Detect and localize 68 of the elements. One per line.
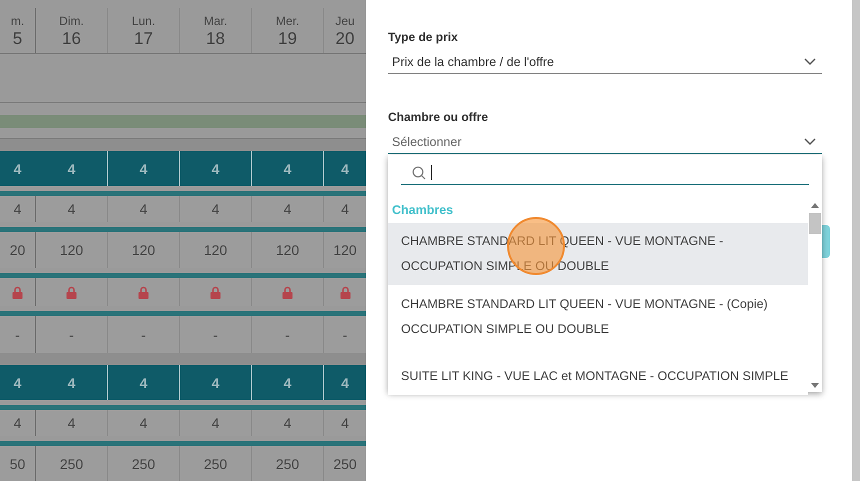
lock-icon bbox=[138, 286, 149, 298]
lock-icon bbox=[12, 286, 23, 298]
table-cell[interactable]: 4 bbox=[252, 365, 324, 400]
day-name: Mer. bbox=[276, 12, 300, 28]
table-cell: 250 bbox=[252, 446, 324, 481]
table-cell-text: - bbox=[342, 326, 348, 344]
table-cell: 4 bbox=[36, 196, 108, 222]
table-cell: 50 bbox=[0, 446, 36, 481]
day-date: 16 bbox=[62, 28, 81, 48]
text-cursor bbox=[431, 165, 432, 180]
day-name: m. bbox=[10, 12, 24, 28]
select-field[interactable]: Prix de la chambre / de l'offre bbox=[388, 50, 822, 74]
day-date: 5 bbox=[12, 28, 22, 48]
scroll-up-icon[interactable] bbox=[811, 203, 819, 208]
table-cell: 4 bbox=[36, 410, 108, 436]
table-cell: 120 bbox=[180, 232, 252, 268]
table-cell[interactable]: 4 bbox=[252, 151, 324, 186]
table-cell[interactable]: 4 bbox=[0, 151, 36, 186]
search-icon bbox=[412, 166, 426, 180]
table-cell: 4 bbox=[0, 410, 36, 436]
lock-icon bbox=[340, 286, 350, 298]
table-cell[interactable]: 4 bbox=[324, 151, 366, 186]
table-cell: 250 bbox=[36, 446, 108, 481]
table-cell: 120 bbox=[36, 232, 108, 268]
lock-icon bbox=[66, 286, 77, 298]
table-cell: 120 bbox=[108, 232, 180, 268]
table-cell: 4 bbox=[0, 196, 36, 222]
table-cell[interactable]: 4 bbox=[108, 365, 180, 400]
table-cell-text: 4 bbox=[340, 414, 350, 433]
table-cell: 20 bbox=[0, 232, 36, 268]
table-cell[interactable]: 4 bbox=[180, 365, 252, 400]
scrollbar-thumb[interactable] bbox=[809, 213, 821, 234]
table-cell-text: 4 bbox=[340, 200, 350, 219]
day-name: Jeu bbox=[335, 12, 355, 28]
day-name: Dim. bbox=[59, 12, 84, 28]
table-cell: 250 bbox=[180, 446, 252, 481]
table-cell[interactable]: 4 bbox=[36, 151, 108, 186]
day-name: Mar. bbox=[204, 12, 228, 28]
day-date: 18 bbox=[206, 28, 225, 48]
table-cell[interactable]: 4 bbox=[324, 365, 366, 400]
table-cell: 4 bbox=[252, 410, 324, 436]
table-cell[interactable]: 4 bbox=[108, 151, 180, 186]
lock-icon bbox=[282, 286, 293, 298]
group-heading: Chambres bbox=[391, 202, 454, 219]
field-label: Type de prix bbox=[388, 30, 459, 44]
day-date: 20 bbox=[336, 28, 354, 48]
table-cell: 250 bbox=[108, 446, 180, 481]
table-cell[interactable]: 4 bbox=[180, 151, 252, 186]
table-cell-text: 250 bbox=[332, 455, 358, 474]
field-label: Chambre ou offre bbox=[388, 110, 490, 124]
table-cell: 4 bbox=[180, 196, 252, 222]
day-date: 19 bbox=[278, 28, 297, 48]
chevron-down-icon bbox=[804, 58, 816, 66]
lock-icon bbox=[210, 286, 221, 298]
select-field[interactable]: Sélectionner bbox=[388, 130, 822, 154]
day-date: 17 bbox=[134, 28, 153, 48]
table-cell-text: 120 bbox=[332, 241, 358, 260]
table-cell[interactable]: 4 bbox=[36, 365, 108, 400]
table-cell: 4 bbox=[108, 410, 180, 436]
table-cell: 4 bbox=[252, 196, 324, 222]
table-cell: 4 bbox=[180, 410, 252, 436]
dropdown-option[interactable]: SUITE LIT KING - VUE LAC et MONTAGNE - OCCUPATION SIMPLE bbox=[388, 358, 808, 395]
table-cell: 120 bbox=[252, 232, 324, 268]
day-name: Lun. bbox=[132, 12, 156, 28]
table-cell[interactable]: 4 bbox=[0, 365, 36, 400]
chevron-down-icon bbox=[804, 138, 816, 146]
table-cell: 4 bbox=[108, 196, 180, 222]
scroll-down-icon[interactable] bbox=[811, 383, 819, 388]
